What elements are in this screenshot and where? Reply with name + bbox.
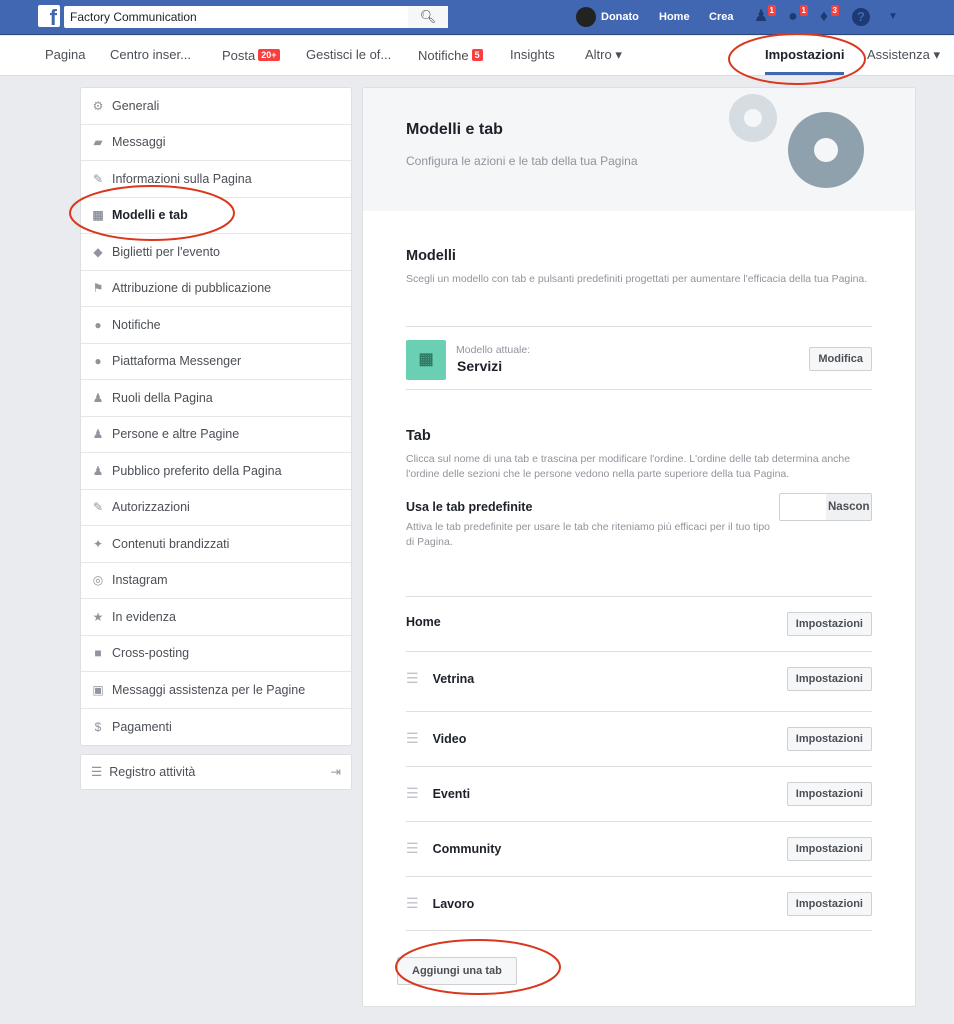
activity-log-link[interactable]: ☰ Registro attività ⇥ [80,754,352,790]
friends-icon[interactable]: ♟ 1 [752,5,776,26]
sidebar-icon: ● [94,354,102,369]
drag-handle-icon[interactable]: ☰ [406,785,419,801]
sidebar-icon: ♟ [92,390,104,405]
sidebar-icon: ⚑ [92,281,104,296]
sidebar-item[interactable]: ✦ Contenuti brandizzati [81,526,351,563]
facebook-logo[interactable]: f [38,5,60,27]
tab-insights[interactable]: Insights [510,36,555,74]
sidebar-item[interactable]: ♟ Persone e altre Pagine [81,417,351,453]
current-model: ▦ Modello attuale: Servizi Modifica [406,326,872,390]
tab-settings-button[interactable]: Impostazioni [786,837,872,861]
tab-assistenza[interactable]: Assistenza ▾ [867,36,940,74]
tab-posta[interactable]: Posta 20+ [222,36,280,75]
sidebar-icon: ⚙ [92,98,104,113]
chevron-down-icon[interactable]: ▼ [884,8,902,26]
help-icon[interactable]: ? [852,8,870,26]
sidebar-item[interactable]: ✎ Autorizzazioni [81,490,351,526]
models-section: Modelli Scegli un modello con tab e puls… [406,248,868,285]
drag-handle-icon[interactable]: ☰ [406,730,419,746]
sidebar-item[interactable]: ★ In evidenza [81,599,351,636]
sidebar-icon: ✦ [92,536,104,551]
avatar [576,7,596,28]
sidebar-item[interactable]: ▦ Modelli e tab [81,198,351,234]
main-panel: Modelli e tab Configura le azioni e le t… [362,87,916,1007]
tab-row[interactable]: ☰ Eventi Impostazioni [406,766,872,821]
sidebar-icon: ✎ [92,171,104,186]
tab-row[interactable]: ☰ Video Impostazioni [406,711,872,766]
top-bar: f Factory Communication 🔍︎ Donato Home Cr… [0,0,954,35]
sidebar-icon: ◎ [92,573,104,588]
sidebar-icon: ✎ [92,500,104,515]
sidebar-icon: ● [94,317,102,332]
sidebar-icon: ▰ [93,135,103,150]
search-icon[interactable]: 🔍︎ [408,6,448,28]
tab-pagina[interactable]: Pagina [45,36,85,74]
add-tab-button[interactable]: Aggiungi una tab [397,957,517,985]
tab-row[interactable]: ☰ Lavoro Impostazioni [406,876,872,931]
tab-gestisci-offerte[interactable]: Gestisci le of... [306,36,391,74]
sidebar-item[interactable]: ⚑ Attribuzione di pubblicazione [81,271,351,307]
create-link[interactable]: Crea [709,0,733,35]
default-tabs-toggle[interactable]: Nascon [779,493,872,521]
tab-altro[interactable]: Altro ▾ [585,36,622,74]
panel-header: Modelli e tab Configura le azioni e le t… [363,88,915,211]
drag-handle-icon[interactable]: ☰ [406,840,419,856]
calendar-icon: ▦ [406,340,446,380]
sidebar-item[interactable]: ⚙ Generali [81,88,351,125]
tab-settings-button[interactable]: Impostazioni [786,667,872,691]
tab-row[interactable]: Home Impostazioni [406,596,872,651]
tab-impostazioni[interactable]: Impostazioni [765,36,845,75]
sidebar-item[interactable]: ■ Cross-posting [81,636,351,672]
sidebar-item[interactable]: ▣ Messaggi assistenza per le Pagine [81,672,351,709]
tab-notifiche[interactable]: Notifiche 5 [418,36,483,75]
sidebar-item[interactable]: ● Notifiche [81,307,351,344]
home-link[interactable]: Home [659,0,690,35]
sidebar-icon: ▣ [92,682,104,697]
gears-illustration [729,94,864,188]
sidebar-icon: ♟ [92,463,104,478]
sidebar-item[interactable]: ♟ Ruoli della Pagina [81,380,351,417]
sidebar-item[interactable]: ♟ Pubblico preferito della Pagina [81,453,351,490]
sidebar-item[interactable]: $ Pagamenti [81,709,351,746]
tab-settings-button[interactable]: Impostazioni [786,892,872,916]
drag-handle-icon[interactable]: ☰ [406,895,419,911]
page-nav: Pagina Centro inser... Posta 20+ Gestisci… [0,36,954,76]
settings-sidebar: ⚙ Generali ▰ Messaggi ✎ Informazioni sulla Pa… [80,87,352,746]
sidebar-icon: ★ [92,609,104,624]
tab-row[interactable]: ☰ Vetrina Impostazioni [406,651,872,711]
sidebar-icon: ▦ [92,208,104,223]
tabs-section: Tab Clicca sul nome di una tab e trascin… [406,428,872,560]
sidebar-icon: ◆ [93,244,103,259]
tab-settings-button[interactable]: Impostazioni [786,612,872,636]
sidebar-item[interactable]: ▰ Messaggi [81,125,351,161]
sidebar-item[interactable]: ◆ Biglietti per l'evento [81,234,351,271]
modifica-button[interactable]: Modifica [809,347,872,371]
profile-link[interactable]: Donato [576,0,639,35]
search-input[interactable]: Factory Communication 🔍︎ [64,6,448,28]
sidebar-icon: ■ [94,646,102,661]
list-icon: ☰ [91,765,103,779]
sidebar-icon: $ [94,719,102,734]
tab-settings-button[interactable]: Impostazioni [786,782,872,806]
tab-settings-button[interactable]: Impostazioni [786,727,872,751]
notifications-icon[interactable]: ♦ 3 [815,5,839,26]
sidebar-icon: ♟ [92,427,104,442]
sidebar-item[interactable]: ✎ Informazioni sulla Pagina [81,161,351,198]
tab-row[interactable]: ☰ Community Impostazioni [406,821,872,876]
sidebar-item[interactable]: ◎ Instagram [81,563,351,599]
messenger-icon[interactable]: ● 1 [784,5,808,26]
enter-icon: ⇥ [330,765,341,779]
sidebar-item[interactable]: ● Piattaforma Messenger [81,344,351,380]
drag-handle-icon[interactable]: ☰ [406,670,419,686]
tab-centro-inserzioni[interactable]: Centro inser... [110,36,191,74]
